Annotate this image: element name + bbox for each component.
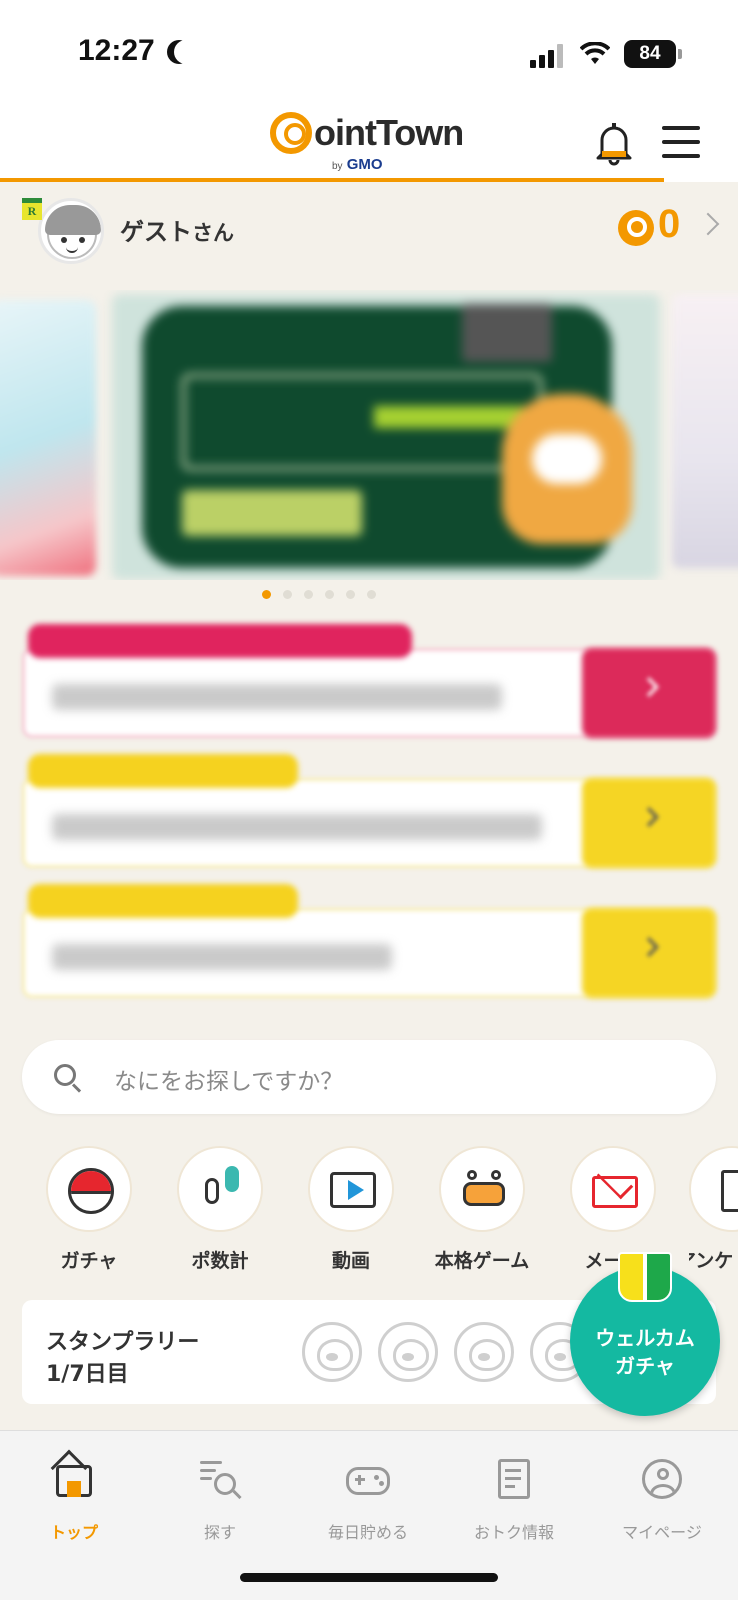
banner-slide-next[interactable] <box>672 294 738 568</box>
campaign-card[interactable] <box>22 754 716 868</box>
search-placeholder: なにをお探しですか？ <box>114 1069 344 1095</box>
point-balance: 0 <box>658 202 681 246</box>
gamepad-icon <box>346 1457 390 1501</box>
logo-text: ointTown <box>314 112 464 153</box>
quick-item-games[interactable]: 本格ゲーム <box>427 1146 537 1273</box>
game-robot-icon <box>463 1182 505 1206</box>
point-coin-icon <box>618 210 654 246</box>
avatar[interactable] <box>38 198 104 264</box>
logo-subtext: by GMO <box>332 156 383 173</box>
banner-slide-current[interactable] <box>112 294 660 580</box>
bear-stamp-icon <box>378 1322 438 1382</box>
banner-slide-previous[interactable] <box>0 300 96 576</box>
campaign-card[interactable] <box>22 624 716 738</box>
battery-tip <box>678 49 682 59</box>
hamburger-menu-icon[interactable] <box>662 126 700 158</box>
search-list-icon <box>198 1457 242 1501</box>
welcome-gacha-button[interactable]: ウェルカム ガチャ <box>570 1252 720 1416</box>
logo-p-mark <box>270 112 312 154</box>
quick-item-survey[interactable]: アンケ <box>689 1146 738 1273</box>
carousel-indicator <box>262 590 376 599</box>
bell-icon[interactable] <box>594 120 634 166</box>
nav-top[interactable]: トップ <box>4 1449 144 1543</box>
rank-badge: R <box>22 198 42 220</box>
nav-search[interactable]: 探す <box>150 1457 290 1543</box>
wifi-icon <box>580 42 610 64</box>
account-icon <box>640 1457 684 1501</box>
gacha-ball-icon <box>68 1168 114 1214</box>
quick-item-video[interactable]: 動画 <box>296 1146 406 1273</box>
quick-item-pedometer[interactable]: ポ数計 <box>165 1146 275 1273</box>
nav-mypage[interactable]: マイページ <box>592 1457 732 1543</box>
beginner-mark-icon <box>618 1252 672 1302</box>
carousel-dot <box>367 590 376 599</box>
carousel-dot <box>283 590 292 599</box>
quick-menu: ガチャ ポ数計 動画 本格ゲーム メール アンケ <box>0 1146 738 1272</box>
survey-icon <box>721 1170 738 1212</box>
home-icon <box>50 1449 96 1501</box>
carousel-dot <box>304 590 313 599</box>
search-icon <box>54 1064 82 1093</box>
pointtown-logo[interactable]: ointTown by GMO <box>270 106 470 173</box>
nav-deals[interactable]: おトク情報 <box>444 1457 584 1543</box>
footsteps-icon <box>205 1178 219 1204</box>
user-name: ゲストさん <box>120 218 234 246</box>
welcome-gacha-label: ウェルカム ガチャ <box>595 1326 695 1378</box>
bear-stamp-icon <box>302 1322 362 1382</box>
campaign-card[interactable] <box>22 884 716 998</box>
home-indicator <box>240 1573 498 1582</box>
chevron-right-icon[interactable] <box>696 212 720 236</box>
newspaper-icon <box>492 1457 536 1501</box>
carousel-dot <box>325 590 334 599</box>
stamp-rally-title: スタンプラリー <box>46 1330 200 1355</box>
bear-stamp-icon <box>454 1322 514 1382</box>
moon-icon <box>174 40 198 64</box>
banner-carousel[interactable] <box>0 290 738 580</box>
stamp-rally-day: 1/7日目 <box>46 1362 129 1387</box>
user-summary[interactable]: R ゲストさん 0 <box>0 182 738 268</box>
status-bar: 12:27 84 <box>0 0 738 100</box>
carousel-dot <box>346 590 355 599</box>
app-header: ointTown by GMO <box>0 100 738 182</box>
search-input[interactable]: なにをお探しですか？ <box>22 1040 716 1114</box>
nav-daily-earn[interactable]: 毎日貯める <box>298 1457 438 1543</box>
battery-indicator: 84 <box>624 40 676 68</box>
carousel-dot <box>262 590 271 599</box>
status-time: 12:27 <box>78 34 155 67</box>
quick-item-gacha[interactable]: ガチャ <box>34 1146 144 1273</box>
cellular-signal-icon <box>530 44 564 68</box>
